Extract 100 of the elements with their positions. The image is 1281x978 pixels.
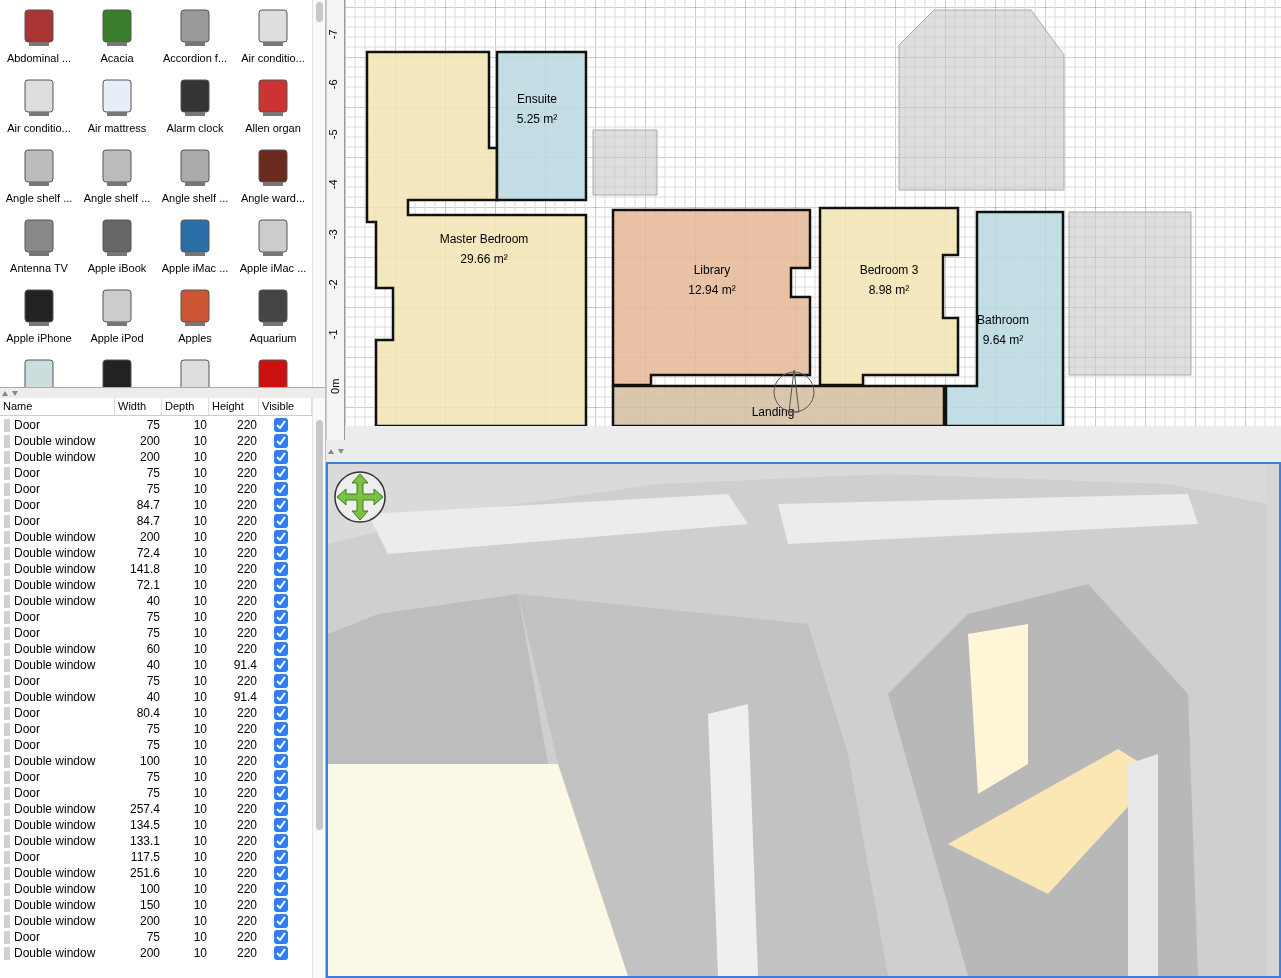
furniture-label[interactable]: Air mattress: [87, 120, 147, 137]
visible-checkbox[interactable]: [274, 417, 288, 432]
room-name: Landing: [751, 405, 795, 419]
horizontal-scrollbar[interactable]: [345, 426, 1281, 440]
room-floor[interactable]: [495, 50, 588, 202]
table-cell-text: 220: [235, 433, 258, 450]
visible-checkbox[interactable]: [274, 449, 288, 464]
table-cell-text: 200: [138, 449, 161, 466]
furniture-label[interactable]: Apple iPhone: [6, 330, 72, 347]
visible-checkbox[interactable]: [274, 913, 288, 928]
furniture-label[interactable]: Antenna TV: [10, 260, 68, 277]
table-cell-text: 220: [235, 577, 258, 594]
table-cell-text: Door: [14, 625, 40, 642]
visible-checkbox[interactable]: [274, 881, 288, 896]
visible-checkbox[interactable]: [274, 753, 288, 768]
table-cell-text: Door: [14, 721, 40, 738]
room-floor[interactable]: [611, 384, 946, 428]
furniture-label[interactable]: Alarm clock: [166, 120, 224, 137]
furniture-label[interactable]: Air conditio...: [241, 50, 305, 67]
furniture-label[interactable]: Acacia: [100, 50, 134, 67]
table-cell-text: 220: [235, 913, 258, 930]
visible-checkbox[interactable]: [274, 657, 288, 672]
visible-checkbox[interactable]: [274, 801, 288, 816]
table-cell-text: 220: [235, 641, 258, 658]
room-floor[interactable]: [611, 208, 812, 387]
table-cell-text: 91.4: [232, 657, 258, 674]
furniture-label[interactable]: Apple iBook: [87, 260, 147, 277]
visible-checkbox[interactable]: [274, 689, 288, 704]
table-cell-text: Double window: [14, 865, 96, 882]
visible-checkbox[interactable]: [274, 769, 288, 784]
column-header[interactable]: Name: [0, 398, 115, 415]
visible-checkbox[interactable]: [274, 625, 288, 640]
visible-checkbox[interactable]: [274, 721, 288, 736]
furniture-label[interactable]: Apples: [178, 330, 212, 347]
room-floor[interactable]: [818, 206, 960, 387]
column-header[interactable]: Depth: [162, 398, 209, 415]
table-cell-text: 91.4: [232, 689, 258, 706]
visible-checkbox[interactable]: [274, 945, 288, 960]
visible-checkbox[interactable]: [274, 513, 288, 528]
navigation-arrows-icon[interactable]: [333, 470, 387, 524]
column-header[interactable]: Width: [115, 398, 162, 415]
table-cell-text: 75: [145, 769, 161, 786]
visible-checkbox[interactable]: [274, 545, 288, 560]
visible-checkbox[interactable]: [274, 529, 288, 544]
visible-checkbox[interactable]: [274, 481, 288, 496]
table-cell-text: Door: [14, 513, 40, 530]
furniture-label[interactable]: Abdominal ...: [6, 50, 72, 67]
table-cell-text: 84.7: [135, 497, 161, 514]
table-cell-text: 10: [192, 513, 208, 530]
visible-checkbox[interactable]: [274, 833, 288, 848]
table-cell-text: Double window: [14, 641, 96, 658]
scrollbar[interactable]: [312, 0, 325, 387]
furniture-label[interactable]: Allen organ: [245, 120, 301, 137]
table-cell-text: 72.4: [135, 545, 161, 562]
furniture-label[interactable]: Apple iMac ...: [161, 260, 229, 277]
visible-checkbox[interactable]: [274, 865, 288, 880]
visible-checkbox[interactable]: [274, 897, 288, 912]
scroll-thumb[interactable]: [316, 2, 323, 22]
furniture-label[interactable]: Aquarium: [249, 330, 297, 347]
table-cell-text: Door: [14, 737, 40, 754]
table-cell-text: 10: [192, 945, 208, 962]
table-cell-text: 100: [138, 753, 161, 770]
table-cell-text: 200: [138, 433, 161, 450]
visible-checkbox[interactable]: [274, 737, 288, 752]
table-cell-text: 220: [235, 705, 258, 722]
visible-checkbox[interactable]: [274, 609, 288, 624]
visible-checkbox[interactable]: [274, 705, 288, 720]
table-cell-text: 10: [192, 609, 208, 626]
furniture-label[interactable]: Angle shelf ...: [161, 190, 229, 207]
furniture-label[interactable]: Apple iMac ...: [239, 260, 307, 277]
room-floor[interactable]: [365, 50, 588, 428]
visible-checkbox[interactable]: [274, 577, 288, 592]
furniture-label[interactable]: Apple iPod: [90, 330, 144, 347]
table-cell-text: 220: [235, 929, 258, 946]
table-cell-text: 220: [235, 881, 258, 898]
visible-checkbox[interactable]: [274, 849, 288, 864]
visible-checkbox[interactable]: [274, 433, 288, 448]
visible-checkbox[interactable]: [274, 641, 288, 656]
visible-checkbox[interactable]: [274, 465, 288, 480]
visible-checkbox[interactable]: [274, 673, 288, 688]
table-cell-text: 220: [235, 833, 258, 850]
room-floor[interactable]: [944, 210, 1065, 428]
table-cell-text: 257.4: [128, 801, 161, 818]
furniture-label[interactable]: Angle shelf ...: [83, 190, 151, 207]
furniture-label[interactable]: Accordion f...: [162, 50, 228, 67]
table-cell-text: 40: [145, 657, 161, 674]
visible-checkbox[interactable]: [274, 593, 288, 608]
furniture-label[interactable]: Angle shelf ...: [5, 190, 73, 207]
visible-checkbox[interactable]: [274, 785, 288, 800]
visible-checkbox[interactable]: [274, 561, 288, 576]
column-header[interactable]: Height: [209, 398, 259, 415]
furniture-label[interactable]: Angle ward...: [240, 190, 306, 207]
room-name: Ensuite: [517, 92, 557, 106]
table-cell-text: 220: [235, 801, 258, 818]
furniture-label[interactable]: Air conditio...: [7, 120, 71, 137]
scroll-thumb[interactable]: [316, 420, 323, 830]
scrollbar[interactable]: [312, 398, 325, 978]
visible-checkbox[interactable]: [274, 497, 288, 512]
visible-checkbox[interactable]: [274, 929, 288, 944]
visible-checkbox[interactable]: [274, 817, 288, 832]
